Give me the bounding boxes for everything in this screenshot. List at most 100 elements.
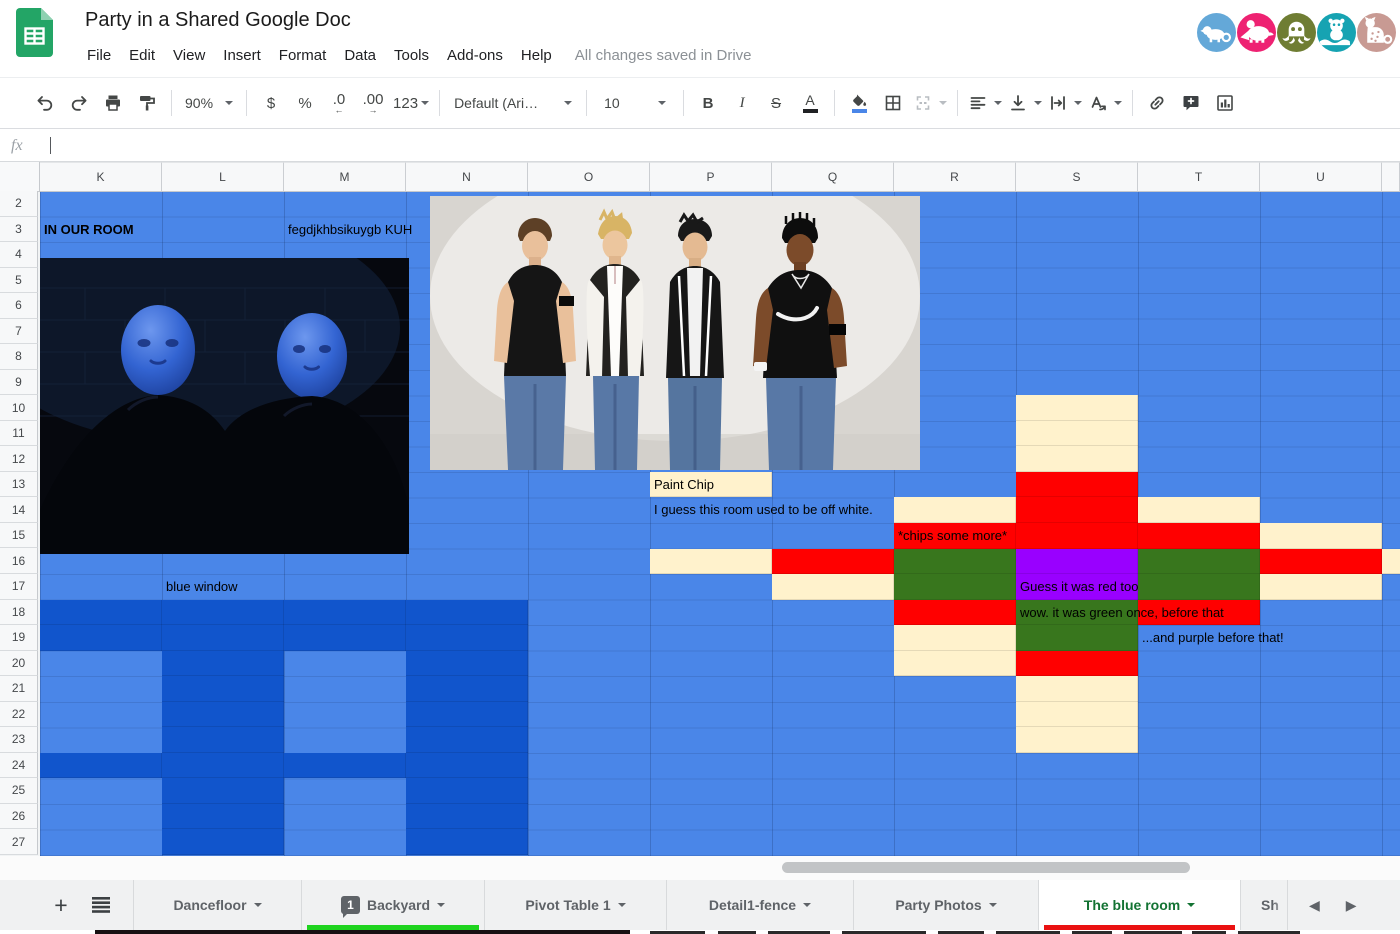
row-header-25[interactable]: 25: [0, 778, 38, 804]
font-size-select[interactable]: 10: [594, 88, 676, 118]
row-header-20[interactable]: 20: [0, 650, 38, 677]
cell-R20[interactable]: [894, 650, 1016, 677]
menu-file[interactable]: File: [78, 43, 120, 68]
fill-color-button[interactable]: [842, 88, 876, 118]
cell-L24[interactable]: [162, 752, 284, 779]
cell-M19[interactable]: [284, 625, 406, 651]
cell-N26[interactable]: [406, 803, 528, 830]
cell-N21[interactable]: [406, 676, 528, 702]
anonymous-jaguar-avatar[interactable]: [1357, 13, 1396, 52]
cell-N20[interactable]: [406, 650, 528, 677]
cell-K18[interactable]: [40, 599, 162, 626]
text-rotation-button[interactable]: [1085, 88, 1125, 118]
google-sheets-icon[interactable]: [16, 8, 53, 57]
row-header-7[interactable]: 7: [0, 318, 38, 345]
blue-man-group-photo[interactable]: [40, 258, 409, 554]
cell-S13[interactable]: [1016, 471, 1138, 498]
cell-Q16[interactable]: [772, 548, 894, 575]
column-header-U[interactable]: U: [1260, 162, 1382, 192]
horizontal-scrollbar[interactable]: [0, 856, 1400, 881]
cell-L26[interactable]: [162, 803, 284, 830]
cell-P16[interactable]: [650, 548, 772, 575]
row-header-18[interactable]: 18: [0, 599, 38, 626]
sheet-tab-backyard[interactable]: 1 Backyard: [301, 880, 484, 930]
column-header-M[interactable]: M: [284, 162, 406, 192]
tab-menu-arrow-icon[interactable]: [437, 903, 446, 907]
cell-S21[interactable]: [1016, 676, 1138, 702]
cell-T15[interactable]: [1138, 522, 1260, 549]
tabs-scroll-left-button[interactable]: ◀: [1296, 897, 1333, 914]
row-header-21[interactable]: 21: [0, 676, 38, 702]
print-button[interactable]: [96, 88, 130, 118]
row-header-9[interactable]: 9: [0, 369, 38, 396]
anonymous-otter-avatar[interactable]: [1317, 13, 1356, 52]
borders-button[interactable]: [876, 88, 910, 118]
cell-N27[interactable]: [406, 829, 528, 855]
cell-N22[interactable]: [406, 701, 528, 728]
cell-S10[interactable]: [1016, 395, 1138, 421]
cell-L21[interactable]: [162, 676, 284, 702]
redo-button[interactable]: [62, 88, 96, 118]
cell-L25[interactable]: [162, 778, 284, 804]
cell-N25[interactable]: [406, 778, 528, 804]
cell-T16[interactable]: [1138, 548, 1260, 575]
sheet-tab-pivot-table-1[interactable]: Pivot Table 1: [484, 880, 666, 930]
tab-menu-arrow-icon[interactable]: [988, 903, 997, 907]
cell-K19[interactable]: [40, 625, 162, 651]
row-header-22[interactable]: 22: [0, 701, 38, 728]
cell-R16[interactable]: [894, 548, 1016, 575]
sheet-tab-party-photos[interactable]: Party Photos: [853, 880, 1038, 930]
tab-menu-arrow-icon[interactable]: [1187, 903, 1196, 907]
column-header-T[interactable]: T: [1138, 162, 1260, 192]
more-formats-button[interactable]: 123: [390, 88, 432, 118]
row-header-4[interactable]: 4: [0, 242, 38, 268]
cell-S12[interactable]: [1016, 446, 1138, 472]
row-header-2[interactable]: 2: [0, 191, 38, 217]
cell-T14[interactable]: [1138, 497, 1260, 523]
save-status[interactable]: All changes saved in Drive: [575, 47, 752, 64]
cell-U17[interactable]: [1260, 574, 1382, 600]
row-header-19[interactable]: 19: [0, 625, 38, 651]
cell-U15[interactable]: [1260, 522, 1382, 549]
cell-S23[interactable]: [1016, 727, 1138, 753]
add-sheet-button[interactable]: +: [44, 880, 78, 930]
row-header-5[interactable]: 5: [0, 267, 38, 294]
cell-R17[interactable]: [894, 574, 1016, 600]
row-header-8[interactable]: 8: [0, 344, 38, 370]
row-header-14[interactable]: 14: [0, 497, 38, 523]
tab-menu-arrow-icon[interactable]: [803, 903, 812, 907]
anonymous-aardvark-avatar[interactable]: [1237, 13, 1276, 52]
horizontal-scrollbar-thumb[interactable]: [782, 862, 1190, 873]
menu-view[interactable]: View: [164, 43, 214, 68]
cell-Q17[interactable]: [772, 574, 894, 600]
row-header-12[interactable]: 12: [0, 446, 38, 472]
row-header-10[interactable]: 10: [0, 395, 38, 421]
sheet-tab-the-blue-room[interactable]: The blue room: [1038, 880, 1240, 930]
cell-S11[interactable]: [1016, 420, 1138, 447]
strikethrough-button[interactable]: S: [759, 88, 793, 118]
column-header-K[interactable]: K: [40, 162, 162, 192]
bold-button[interactable]: B: [691, 88, 725, 118]
menu-insert[interactable]: Insert: [214, 43, 270, 68]
cell-S15[interactable]: [1016, 522, 1138, 549]
column-header-N[interactable]: N: [406, 162, 528, 192]
horizontal-align-button[interactable]: [965, 88, 1005, 118]
anonymous-chameleon-avatar[interactable]: [1197, 13, 1236, 52]
sheet-tab-detail1-fence[interactable]: Detail1-fence: [666, 880, 853, 930]
format-percent-button[interactable]: %: [288, 88, 322, 118]
cell-L27[interactable]: [162, 829, 284, 855]
menu-tools[interactable]: Tools: [385, 43, 438, 68]
insert-comment-button[interactable]: [1174, 88, 1208, 118]
blue-boyband-photo[interactable]: [430, 196, 920, 470]
undo-button[interactable]: [28, 88, 62, 118]
menu-edit[interactable]: Edit: [120, 43, 164, 68]
cell-L19[interactable]: [162, 625, 284, 651]
cell-N24[interactable]: [406, 752, 528, 779]
tab-menu-arrow-icon[interactable]: [617, 903, 626, 907]
column-header-P[interactable]: P: [650, 162, 772, 192]
cell-S20[interactable]: [1016, 650, 1138, 677]
select-all-corner[interactable]: [0, 162, 40, 192]
cell-U16[interactable]: [1260, 548, 1382, 575]
cell-K24[interactable]: [40, 752, 162, 779]
merge-cells-button[interactable]: [910, 88, 950, 118]
